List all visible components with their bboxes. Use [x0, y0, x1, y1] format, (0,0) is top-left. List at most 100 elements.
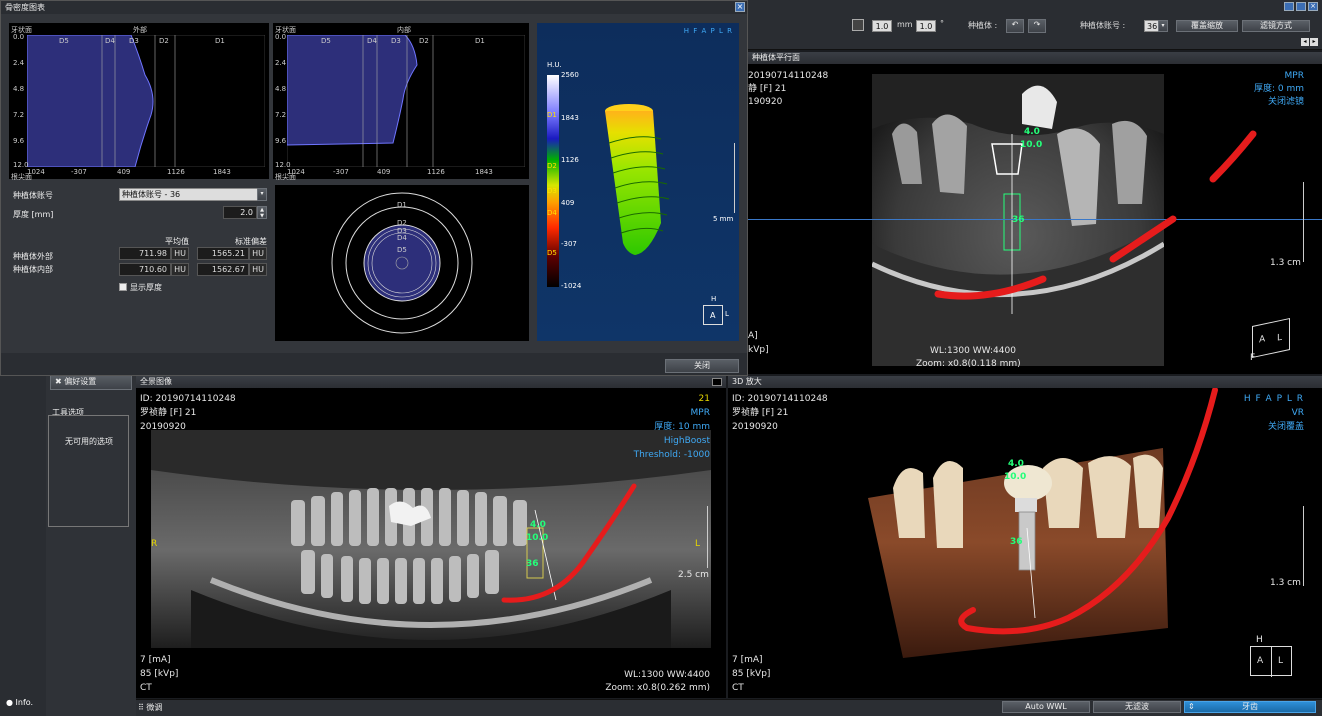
scale-tick-0: 2560	[561, 71, 579, 79]
implant-no-select[interactable]: 种植体账号 - 36	[119, 188, 259, 201]
outer-ytick-1: 2.4	[13, 59, 25, 67]
parallel-orientation-cube[interactable]: A L	[1252, 317, 1290, 359]
dialog-title: 骨密度图表	[5, 3, 45, 12]
inner-ytick-0: 0.0	[275, 33, 287, 41]
screen-zoom-button[interactable]: 覆盖缩放	[1176, 20, 1238, 32]
scale-zone-d4: D4	[547, 209, 557, 217]
fine-tune-label[interactable]: ⠿ 微调	[138, 702, 162, 713]
close-window-icon[interactable]: ×	[1308, 2, 1318, 11]
panorama-kvp: 85 [kVp]	[140, 669, 179, 679]
rotate-right-button[interactable]: ↷	[1028, 19, 1046, 33]
tools-icon: ✖	[55, 377, 62, 386]
parallel-panel-header: 种植体平行面	[748, 52, 1322, 64]
outer-mean-value: 711.98	[119, 247, 171, 260]
parallel-view[interactable]: 20190714110248 静 [F] 21 190920 MPR 厚度: 0…	[748, 64, 1322, 374]
restore-icon[interactable]	[1284, 2, 1294, 11]
tool-sidebar: ✖ 偏好设置 工具选项 无可用的选项	[46, 352, 136, 716]
panel-nav[interactable]: ◂ ▸	[1301, 38, 1318, 46]
implant-3d-scale-bar	[729, 143, 735, 213]
dialog-footer: 关闭	[1, 353, 747, 375]
zoom3d-id: ID: 20190714110248	[732, 394, 828, 404]
section-d5: D5	[397, 246, 407, 254]
outer-xtick-0: 1024	[27, 168, 45, 176]
inner-row-label: 种植体内部	[13, 265, 53, 274]
tooth-select[interactable]: ⇕ 牙齿	[1184, 701, 1316, 713]
panorama-scale-bar	[702, 506, 708, 568]
maximize-icon[interactable]	[1296, 2, 1306, 11]
size-unit: mm	[897, 20, 913, 29]
inner-ytick-4: 9.6	[275, 137, 287, 145]
cube-a-label: A	[1259, 334, 1266, 346]
scale-tick-1: 1843	[561, 114, 579, 122]
outer-mean-unit: HU	[171, 247, 189, 260]
outer-zone-d2: D2	[159, 37, 169, 45]
zoom3d-kvp: 85 [kVp]	[732, 669, 771, 679]
nav-right-icon[interactable]: ▸	[1310, 38, 1318, 46]
scale-zone-d2: D2	[547, 162, 557, 170]
angle-input[interactable]: 1.0	[916, 20, 936, 32]
rotate-left-button[interactable]: ↶	[1006, 19, 1024, 33]
zoom3d-orientation-buttons[interactable]: H F A P L R	[1244, 393, 1304, 406]
nerve-canal-marks	[934, 130, 1257, 300]
scale-zone-d5: D5	[547, 249, 557, 257]
filter-mode-button[interactable]: 滤镜方式	[1242, 20, 1310, 32]
dialog-close-icon[interactable]: ×	[735, 2, 745, 12]
bottom-bar: ⠿ 微调 Auto WWL 无滤波 ⇕ 牙齿	[136, 699, 1322, 716]
cube-l-label: L	[1277, 332, 1283, 344]
scale-tick-3: 409	[561, 199, 575, 207]
thickness-stepper[interactable]: ▲ ▼	[257, 206, 267, 219]
zoom3d-implant-dim1: 4.0	[1008, 459, 1024, 469]
zoom3d-view[interactable]: ID: 20190714110248 罗祯静 [F] 21 20190920 H…	[728, 388, 1322, 698]
zoom3d-orientation-cube[interactable]: A L	[1250, 646, 1292, 677]
panorama-expand-icon[interactable]	[712, 378, 722, 386]
implant-3d-density-view[interactable]: H F A P L R H.U. 2560 1843 1126 409 -307…	[537, 23, 739, 341]
outer-xtick-1: -307	[71, 168, 87, 176]
thickness-input[interactable]: 2.0	[223, 206, 257, 219]
panorama-wlww: WL:1300 WW:4400	[624, 670, 710, 680]
inner-zone-d3: D3	[391, 37, 401, 45]
implant-3d-orientation-cube[interactable]: A	[703, 305, 723, 325]
panorama-threshold: Threshold: -1000	[633, 450, 710, 460]
inner-zone-d1: D1	[475, 37, 485, 45]
angle-unit: °	[940, 19, 944, 28]
outer-xtick-4: 1843	[213, 168, 231, 176]
window-controls: ×	[1284, 2, 1318, 11]
no-filter-button[interactable]: 无滤波	[1093, 701, 1181, 713]
outer-std-value: 1565.21	[197, 247, 249, 260]
parallel-panel-title: 种植体平行面	[752, 53, 800, 62]
zoom3d-scale-label: 1.3 cm	[1270, 578, 1301, 588]
crosshair-icon[interactable]	[852, 19, 864, 31]
show-thickness-checkbox[interactable]	[119, 283, 127, 291]
dialog-close-button[interactable]: 关闭	[665, 359, 739, 373]
implant-no-select-arrow[interactable]: ▾	[257, 188, 267, 201]
implant-no-dropdown[interactable]: ▾	[1158, 20, 1168, 32]
outer-xtick-2: 409	[117, 168, 131, 176]
zoom3d-overlay[interactable]: 关闭覆盖	[1268, 421, 1304, 434]
panorama-ma: 7 [mA]	[140, 655, 171, 665]
preferences-button[interactable]: ✖ 偏好设置	[50, 374, 132, 390]
nav-left-icon[interactable]: ◂	[1301, 38, 1309, 46]
outer-row-label: 种植体外部	[13, 252, 53, 261]
inner-zone-d2: D2	[419, 37, 429, 45]
panorama-implant-no: 36	[526, 559, 539, 569]
implant-3d-orient[interactable]: H F A P L R	[684, 27, 733, 35]
size-input[interactable]: 1.0	[872, 20, 892, 32]
panorama-right-marker: L	[695, 539, 701, 549]
zoom3d-implant-dim2: 10.0	[1004, 472, 1027, 482]
show-thickness-label: 显示厚度	[130, 283, 162, 292]
outer-ytick-3: 7.2	[13, 111, 25, 119]
panorama-view[interactable]: ID: 20190714110248 罗祯静 [F] 21 20190920 2…	[136, 388, 726, 698]
scale-title: H.U.	[547, 61, 562, 69]
inner-xtick-0: 1024	[287, 168, 305, 176]
panorama-left-marker: R	[151, 539, 158, 549]
parallel-ma: A]	[748, 331, 758, 341]
parallel-filter[interactable]: 关闭滤镜	[1268, 96, 1304, 109]
info-label[interactable]: ● Info.	[6, 698, 33, 707]
parallel-mode: MPR	[1284, 71, 1304, 81]
outer-std-unit: HU	[249, 247, 267, 260]
auto-wwl-button[interactable]: Auto WWL	[1002, 701, 1090, 713]
outer-graph-title: 外部	[133, 26, 147, 34]
scale-tick-4: -307	[561, 240, 577, 248]
zoom3d-header: 3D 放大	[728, 376, 1322, 388]
implant-3d-model	[605, 104, 670, 255]
